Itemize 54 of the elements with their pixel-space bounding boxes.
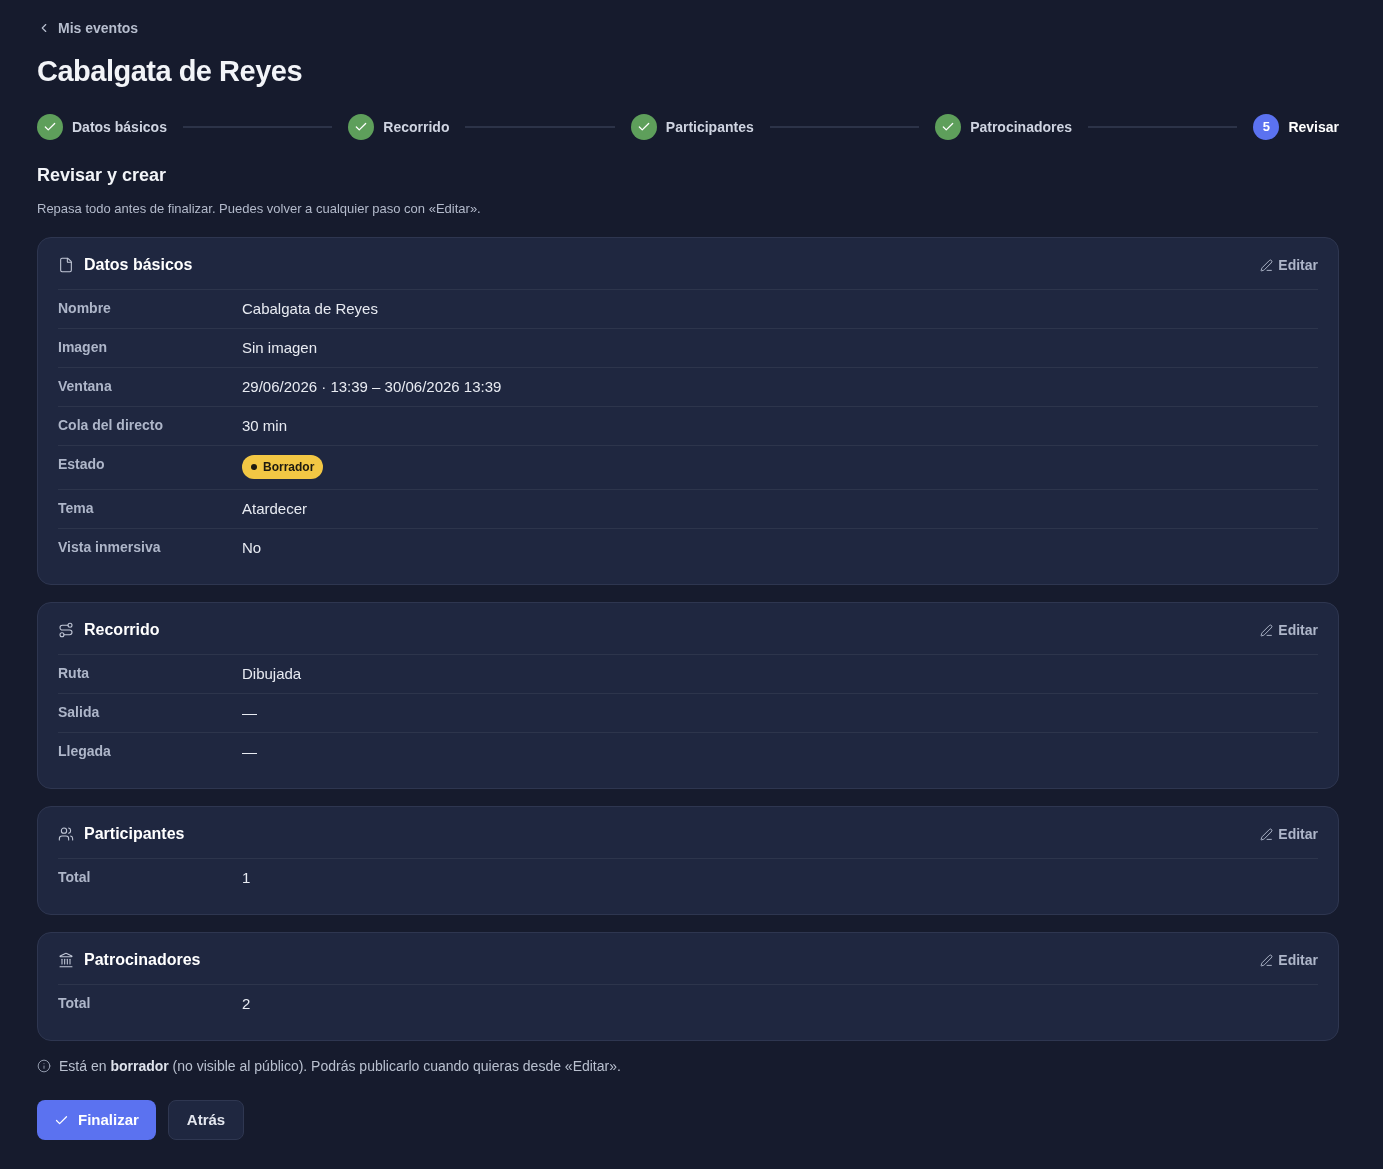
route-icon xyxy=(58,622,74,638)
step-label: Datos básicos xyxy=(72,117,167,137)
users-icon xyxy=(58,826,74,842)
step-label: Revisar xyxy=(1288,117,1340,137)
section-title: Participantes xyxy=(84,824,185,844)
edit-button[interactable]: Editar xyxy=(1260,619,1318,641)
page-title: Cabalgata de Reyes xyxy=(37,54,302,89)
back-link[interactable]: Mis eventos xyxy=(37,18,139,38)
building-icon xyxy=(58,952,74,968)
section-title: Datos básicos xyxy=(84,255,193,275)
field-value: 29/06/2026 · 13:39 – 30/06/2026 13:39 xyxy=(242,377,502,397)
edit-button[interactable]: Editar xyxy=(1260,949,1318,971)
field-label: Tema xyxy=(58,499,95,518)
section-title: Patrocinadores xyxy=(84,950,201,970)
back-button[interactable]: Atrás xyxy=(167,1100,245,1140)
field-label: Estado xyxy=(58,455,106,474)
field-label: Ruta xyxy=(58,664,91,683)
status-label: Borrador xyxy=(263,459,315,476)
field-value: — xyxy=(242,742,257,762)
document-icon xyxy=(58,257,74,273)
step-label: Participantes xyxy=(665,117,754,137)
field-value: 2 xyxy=(242,994,251,1014)
step-number: 5 xyxy=(1253,114,1280,140)
field-label: Vista inmersiva xyxy=(58,538,162,557)
field-label: Llegada xyxy=(58,742,112,761)
field-label: Ventana xyxy=(58,377,113,396)
field-value: 30 min xyxy=(242,416,288,436)
pencil-icon xyxy=(1260,258,1274,272)
section-subtitle: Repasa todo antes de finalizar. Puedes volver a cualquier paso con «Editar». xyxy=(37,200,481,218)
edit-button[interactable]: Editar xyxy=(1260,254,1318,276)
pencil-icon xyxy=(1260,827,1274,841)
field-label: Cola del directo xyxy=(58,416,165,435)
field-value: Atardecer xyxy=(242,499,308,519)
field-value: 1 xyxy=(242,868,251,888)
field-label: Total xyxy=(58,994,92,1013)
field-label: Imagen xyxy=(58,338,108,357)
section-title: Recorrido xyxy=(84,620,160,640)
draft-note: Está en borrador (no visible al público). Podrás publicarlo cuando quieras desde «Editar». xyxy=(59,1057,621,1076)
field-value: Sin imagen xyxy=(242,338,318,358)
field-value: — xyxy=(242,703,257,723)
step-label: Patrocinadores xyxy=(970,117,1073,137)
field-value: No xyxy=(242,538,262,558)
section-heading: Revisar y crear xyxy=(37,164,167,187)
step-label: Recorrido xyxy=(383,117,450,137)
pencil-icon xyxy=(1260,623,1274,637)
info-icon xyxy=(37,1059,51,1073)
finish-button[interactable]: Finalizar xyxy=(37,1100,156,1140)
field-value: Dibujada xyxy=(242,664,302,684)
edit-button[interactable]: Editar xyxy=(1260,823,1318,845)
field-label: Total xyxy=(58,868,92,887)
pencil-icon xyxy=(1260,953,1274,967)
field-value: Cabalgata de Reyes xyxy=(242,299,378,319)
field-label: Salida xyxy=(58,703,101,722)
field-label: Nombre xyxy=(58,299,112,318)
